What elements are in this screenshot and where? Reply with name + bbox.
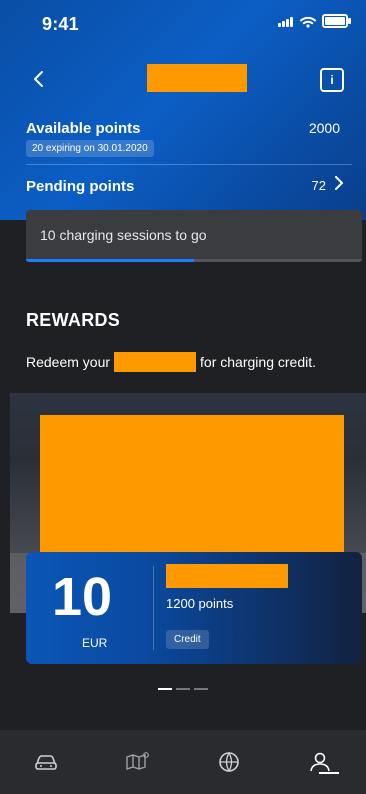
charging-sessions-card: 10 charging sessions to go bbox=[26, 210, 362, 262]
tab-bar bbox=[0, 730, 366, 794]
carousel-dot[interactable] bbox=[194, 688, 208, 690]
tab-car[interactable] bbox=[0, 752, 92, 772]
tab-globe[interactable] bbox=[183, 751, 275, 773]
globe-icon bbox=[218, 752, 239, 772]
offer-amount: 10 bbox=[52, 567, 113, 627]
charging-sessions-text: 10 charging sessions to go bbox=[40, 227, 207, 243]
info-icon: i bbox=[330, 73, 334, 87]
battery-icon bbox=[322, 14, 351, 28]
status-time: 9:41 bbox=[42, 14, 79, 34]
signal-icon bbox=[278, 15, 294, 27]
points-expiry-badge: 20 expiring on 30.01.2020 bbox=[26, 140, 154, 157]
car-icon bbox=[34, 755, 57, 770]
rewards-subtitle-before: Redeem your bbox=[26, 354, 111, 370]
offer-currency: EUR bbox=[82, 636, 108, 650]
profile-icon bbox=[310, 752, 331, 772]
status-icons bbox=[278, 14, 351, 28]
reward-offer-card[interactable]: 10 EUR 1200 points Credit bbox=[26, 552, 362, 664]
rewards-subtitle: Redeem your for charging credit. bbox=[26, 352, 316, 372]
offer-points: 1200 points bbox=[166, 596, 234, 611]
back-icon bbox=[34, 71, 43, 87]
active-tab-indicator bbox=[319, 772, 339, 774]
available-points-label: Available points bbox=[26, 120, 141, 137]
status-bar: 9:41 bbox=[0, 0, 366, 40]
page-title-redaction bbox=[147, 64, 247, 92]
header-divider bbox=[26, 164, 352, 165]
map-icon bbox=[126, 752, 150, 770]
image-redaction bbox=[40, 415, 344, 563]
carousel-dot[interactable] bbox=[158, 688, 172, 690]
carousel-dots[interactable] bbox=[0, 688, 366, 690]
credit-badge: Credit bbox=[166, 630, 209, 649]
wifi-icon bbox=[300, 15, 316, 28]
offer-title-redaction bbox=[166, 564, 288, 588]
charging-progress-fill bbox=[26, 259, 194, 262]
back-button[interactable] bbox=[30, 70, 48, 88]
offer-separator bbox=[153, 566, 154, 650]
rewards-redaction bbox=[114, 352, 197, 372]
pending-points-label[interactable]: Pending points bbox=[26, 178, 134, 195]
info-button[interactable]: i bbox=[320, 68, 344, 92]
carousel-dot[interactable] bbox=[176, 688, 190, 690]
pending-points-value: 72 bbox=[311, 178, 326, 193]
tab-map[interactable] bbox=[92, 752, 184, 772]
rewards-subtitle-after: for charging credit. bbox=[200, 354, 316, 370]
available-points-value: 2000 bbox=[308, 120, 340, 136]
tab-profile[interactable] bbox=[275, 751, 366, 773]
rewards-title: REWARDS bbox=[26, 310, 121, 330]
chevron-right-icon[interactable] bbox=[334, 176, 344, 190]
screen: 9:41 i Available points 2000 20 expiring… bbox=[0, 0, 366, 794]
